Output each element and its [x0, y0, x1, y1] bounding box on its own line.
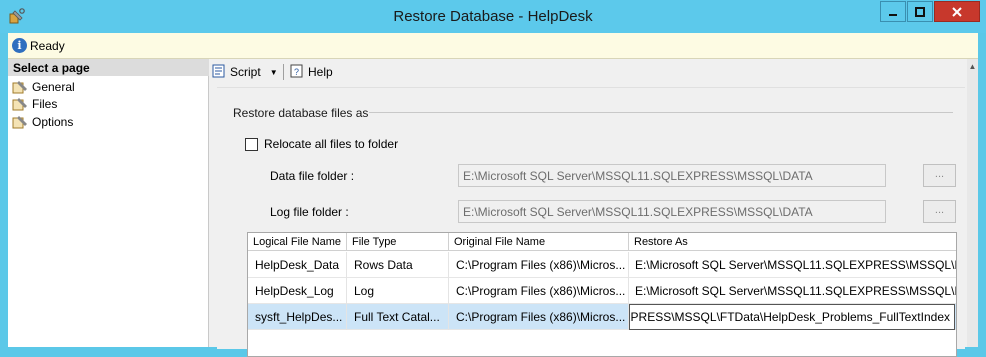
log-folder-field: E:\Microsoft SQL Server\MSSQL11.SQLEXPRE… [458, 200, 886, 223]
file-type-cell: Full Text Catal... [347, 304, 449, 330]
close-icon [935, 2, 979, 21]
window-title: Restore Database - HelpDesk [393, 8, 593, 25]
page-wrench-icon [12, 97, 28, 111]
files-panel: Restore database files as Relocate all f… [217, 87, 965, 357]
sidebar-item-label: General [32, 79, 75, 94]
maximize-button[interactable] [907, 1, 933, 22]
logical-name-cell: sysft_HelpDes... [248, 304, 347, 330]
data-folder-browse-button: ... [923, 164, 956, 187]
page-wrench-icon [12, 80, 28, 94]
sidebar-item-general[interactable]: General [12, 78, 75, 95]
file-type-cell: Rows Data [347, 252, 449, 278]
restore-as-cell[interactable]: E:\Microsoft SQL Server\MSSQL11.SQLEXPRE… [629, 252, 956, 278]
close-button[interactable] [934, 1, 980, 22]
sidebar-header: Select a page [8, 59, 209, 76]
main-content: Script ▼ ? Help Restore database files a… [209, 59, 978, 357]
script-icon [211, 63, 227, 82]
minimize-button[interactable] [880, 1, 906, 22]
data-folder-field: E:\Microsoft SQL Server\MSSQL11.SQLEXPRE… [458, 164, 886, 187]
script-button[interactable]: Script ▼ [211, 62, 278, 82]
info-icon: i [12, 38, 27, 53]
logical-name-cell: HelpDesk_Log [248, 278, 347, 304]
script-label: Script [230, 65, 261, 79]
data-folder-label: Data file folder : [270, 169, 355, 183]
column-header[interactable]: Original File Name [449, 233, 629, 251]
help-label: Help [308, 65, 333, 79]
status-bar: i Ready [8, 33, 978, 59]
sidebar-item-files[interactable]: Files [12, 95, 57, 112]
page-selector: Select a page General Files Options [8, 59, 209, 347]
relocate-checkbox[interactable] [245, 138, 258, 151]
original-file-cell: C:\Program Files (x86)\Micros... [449, 252, 629, 278]
log-folder-browse-button: ... [923, 200, 956, 223]
help-icon: ? [289, 63, 305, 82]
grid-header: Logical File Name File Type Original Fil… [248, 233, 956, 251]
chevron-down-icon[interactable]: ▼ [270, 68, 278, 77]
table-row[interactable]: HelpDesk_Log Log C:\Program Files (x86)\… [248, 278, 956, 304]
files-grid: Logical File Name File Type Original Fil… [247, 232, 957, 357]
section-divider [369, 112, 953, 113]
restore-as-value: EXPRESS\MSSQL\FTData\HelpDesk_Problems_F… [629, 310, 950, 324]
sidebar-item-options[interactable]: Options [12, 113, 73, 130]
svg-text:?: ? [294, 67, 299, 77]
table-row[interactable]: HelpDesk_Data Rows Data C:\Program Files… [248, 252, 956, 278]
original-file-cell: C:\Program Files (x86)\Micros... [449, 278, 629, 304]
minimize-icon [881, 2, 905, 21]
column-header[interactable]: Logical File Name [248, 233, 347, 251]
vertical-scrollbar[interactable]: ▲ [967, 59, 978, 347]
status-text: Ready [30, 39, 65, 53]
toolbar: Script ▼ ? Help [209, 59, 978, 85]
title-bar: Restore Database - HelpDesk [0, 0, 986, 33]
help-button[interactable]: ? Help [289, 62, 333, 82]
column-header[interactable]: File Type [347, 233, 449, 251]
file-type-cell: Log [347, 278, 449, 304]
scroll-up-icon[interactable]: ▲ [967, 59, 978, 74]
restore-as-edit-field[interactable]: EXPRESS\MSSQL\FTData\HelpDesk_Problems_F… [629, 304, 955, 330]
sidebar-item-label: Files [32, 96, 58, 111]
column-header[interactable]: Restore As [629, 233, 956, 251]
section-label: Restore database files as [233, 106, 369, 120]
original-file-cell: C:\Program Files (x86)\Micros... [449, 304, 629, 330]
log-folder-label: Log file folder : [270, 205, 349, 219]
relocate-label[interactable]: Relocate all files to folder [264, 137, 398, 151]
toolbar-separator [283, 64, 284, 80]
page-wrench-icon [12, 115, 28, 129]
restore-as-cell[interactable]: E:\Microsoft SQL Server\MSSQL11.SQLEXPRE… [629, 278, 956, 304]
sidebar-item-label: Options [32, 114, 74, 129]
logical-name-cell: HelpDesk_Data [248, 252, 347, 278]
maximize-icon [908, 2, 932, 21]
table-row[interactable]: sysft_HelpDes... Full Text Catal... C:\P… [248, 304, 956, 330]
